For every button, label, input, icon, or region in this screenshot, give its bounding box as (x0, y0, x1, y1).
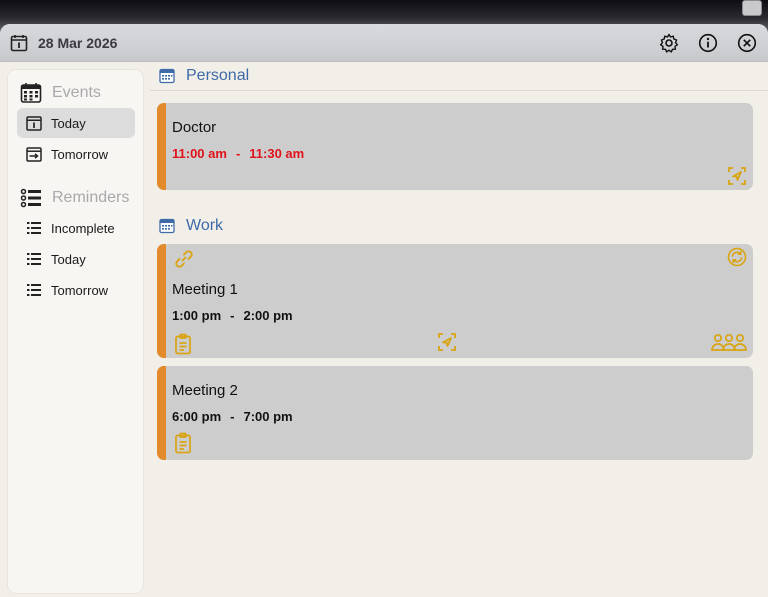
gear-icon[interactable] (658, 32, 680, 54)
sidebar-item-events-today[interactable]: Today (17, 108, 135, 138)
event-start-time: 6:00 pm (172, 409, 222, 424)
location-icon[interactable] (437, 332, 457, 352)
list-icon (26, 220, 42, 236)
list-bullet-icon (20, 187, 42, 209)
sidebar-item-events-tomorrow[interactable]: Tomorrow (17, 139, 135, 169)
location-icon[interactable] (727, 166, 747, 186)
time-separator: - (230, 308, 235, 323)
title-bar: 28 Mar 2026 (0, 24, 768, 62)
notes-icon[interactable] (173, 333, 193, 355)
group-title: Personal (186, 67, 250, 84)
calendar-day-icon (10, 34, 28, 52)
sidebar-item-label: Tomorrow (51, 282, 109, 298)
calendar-icon (159, 218, 175, 234)
calendar-grid-icon (20, 82, 42, 104)
sidebar-item-reminders-tomorrow[interactable]: Tomorrow (17, 275, 135, 305)
event-list: Personal Doctor 11:00 am-11:30 am Work (150, 62, 768, 597)
close-icon[interactable] (736, 32, 758, 54)
event-times: 11:00 am -11:30 am (172, 146, 304, 161)
sidebar-item-label: Tomorrow (51, 146, 109, 162)
sidebar-item-reminders-today[interactable]: Today (17, 244, 135, 274)
sidebar: Events Today Tomorrow Reminders Incomple… (8, 70, 143, 593)
reminders-section-header: Reminders (8, 183, 143, 213)
calendar-color-stripe (157, 366, 166, 460)
calendar-color-stripe (157, 244, 166, 358)
sidebar-item-reminders-incomplete[interactable]: Incomplete (17, 213, 135, 243)
event-card-doctor[interactable]: Doctor 11:00 am -11:30 am (157, 103, 753, 190)
attendees-icon[interactable] (711, 332, 747, 352)
list-icon (26, 282, 42, 298)
menubar-calendar-icon[interactable] (742, 0, 762, 16)
event-card-meeting-2[interactable]: Meeting 2 6:00 pm -7:00 pm (157, 366, 753, 460)
sidebar-item-label: Incomplete (51, 220, 115, 236)
notes-icon[interactable] (173, 432, 193, 454)
current-date: 28 Mar 2026 (38, 34, 118, 51)
event-title: Meeting 2 (172, 382, 238, 399)
event-end-time: 2:00 pm (243, 308, 293, 323)
events-section-header: Events (8, 78, 143, 108)
time-separator: - (230, 409, 235, 424)
group-header-work: Work (150, 212, 768, 240)
sidebar-item-label: Today (51, 251, 86, 267)
event-card-meeting-1[interactable]: Meeting 1 1:00 pm -2:00 pm (157, 244, 753, 358)
group-header-personal: Personal (150, 62, 768, 90)
calendar-tomorrow-icon (26, 146, 42, 162)
list-icon (26, 251, 42, 267)
event-end-time: 7:00 pm (243, 409, 293, 424)
recurring-icon (727, 247, 747, 267)
divider (150, 90, 768, 91)
event-end-time: 11:30 am (249, 146, 305, 161)
event-times: 1:00 pm -2:00 pm (172, 308, 293, 323)
calendar-today-icon (26, 115, 42, 131)
info-icon[interactable] (697, 32, 719, 54)
event-title: Doctor (172, 119, 217, 136)
group-title: Work (186, 217, 224, 234)
sidebar-item-label: Today (51, 115, 86, 131)
event-title: Meeting 1 (172, 281, 238, 298)
events-section-label: Events (52, 84, 101, 101)
event-times: 6:00 pm -7:00 pm (172, 409, 293, 424)
reminders-section-label: Reminders (52, 189, 130, 206)
event-start-time: 1:00 pm (172, 308, 222, 323)
app-window: 28 Mar 2026 Events Today Tomorrow Remind… (0, 24, 768, 597)
calendar-color-stripe (157, 103, 166, 190)
event-start-time: 11:00 am (172, 146, 227, 161)
time-separator: - (235, 146, 241, 161)
calendar-icon (159, 68, 175, 84)
link-icon[interactable] (174, 249, 194, 269)
